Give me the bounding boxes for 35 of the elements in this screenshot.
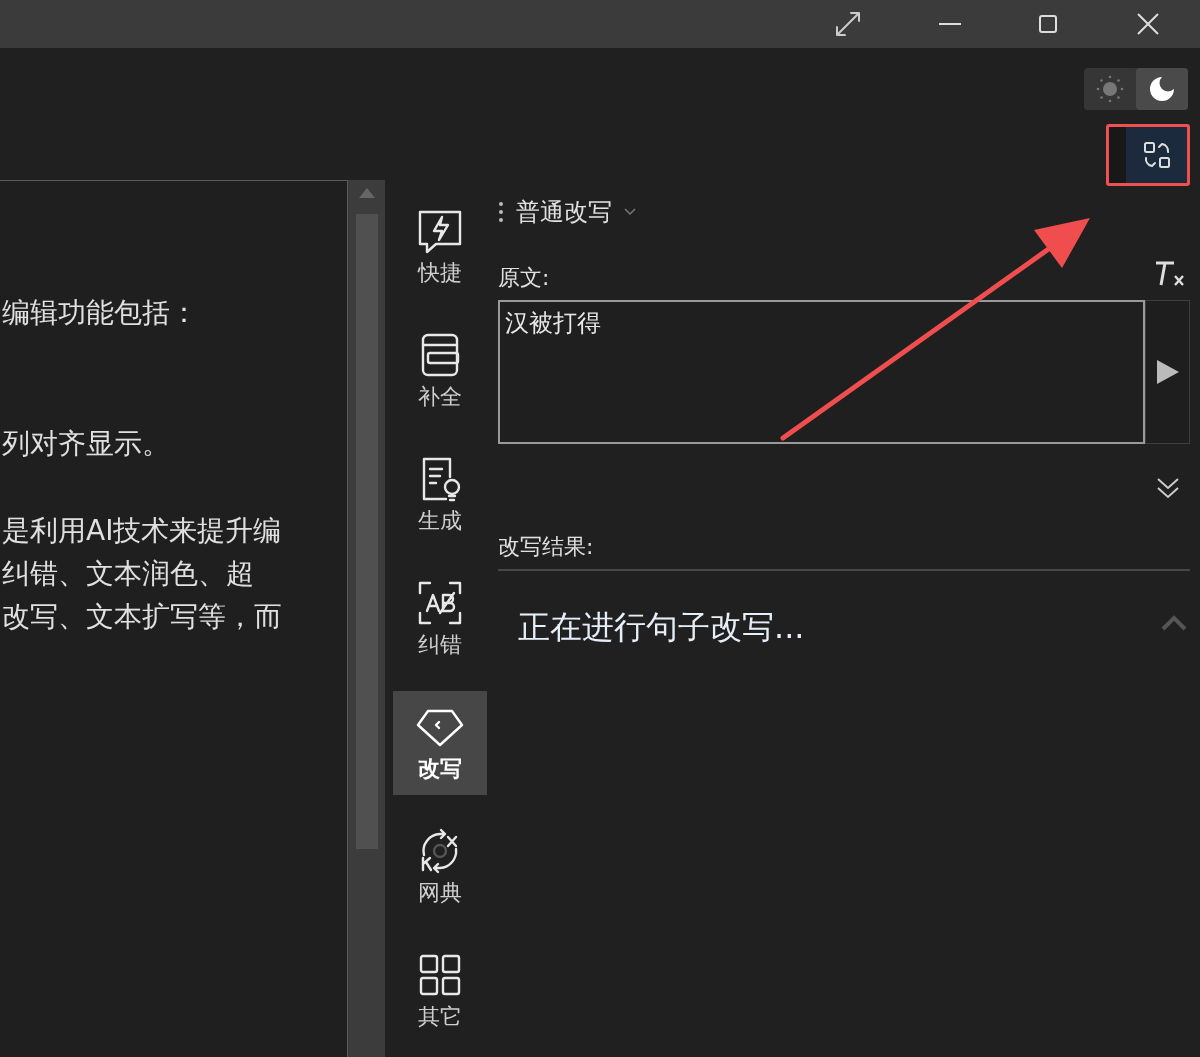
result-text: 正在进行句子改写... [518, 607, 805, 647]
sidebar-item[interactable]: 其它 [393, 939, 487, 1043]
editor-text: 改写、文本扩写等，而 [1, 599, 283, 635]
swap-icon [1141, 140, 1172, 170]
chevron-down-icon [624, 208, 636, 216]
editor-text: 编辑功能包括： [1, 295, 199, 331]
sun-icon [1096, 75, 1124, 103]
button-edge [1109, 127, 1126, 183]
moon-icon [1148, 75, 1176, 103]
run-button[interactable] [1145, 300, 1190, 444]
close-icon [1137, 13, 1159, 35]
sidebar-item[interactable]: 网典 [393, 815, 487, 919]
editor-text: 列对齐显示。 [1, 426, 171, 462]
source-label: 原文: [498, 264, 550, 292]
expand-arrows-icon [834, 10, 862, 38]
editor-text: 是利用AI技术来提升编 [1, 513, 283, 549]
minimize-icon [939, 22, 961, 26]
drag-handle-icon [498, 201, 504, 223]
play-icon [1156, 360, 1179, 384]
sidebar-item[interactable]: 生成 [393, 443, 487, 547]
maximize-icon [1038, 14, 1058, 34]
mode-dropdown[interactable]: 普通改写 [516, 194, 636, 230]
scroll-up-icon [358, 188, 375, 198]
swap-layout-button[interactable] [1126, 127, 1187, 183]
sidebar-item[interactable]: 纠错 [393, 567, 487, 671]
sidebar-item[interactable]: 快捷 [393, 195, 487, 299]
result-label: 改写结果: [498, 533, 595, 561]
sidebar-item[interactable]: 改写 [393, 691, 487, 795]
chevron-up-icon [1161, 615, 1187, 631]
theme-option[interactable] [1136, 68, 1188, 110]
text-scan-icon [416, 579, 464, 627]
editor-text: 纠错、文本润色、超 [1, 556, 255, 592]
source-input[interactable]: 汉被打得 [498, 300, 1145, 444]
sidebar-item[interactable]: 补全 [393, 319, 487, 423]
double-chevron-down-icon [1156, 476, 1180, 500]
